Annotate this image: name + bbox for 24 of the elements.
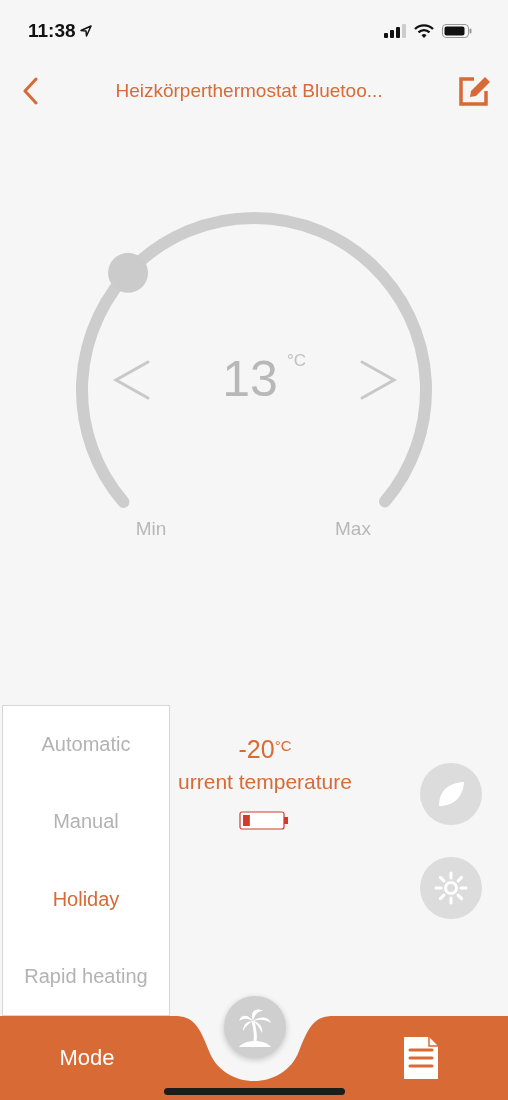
mode-option[interactable]: Automatic bbox=[35, 727, 137, 763]
mode-option[interactable]: Holiday bbox=[46, 881, 126, 917]
set-temperature: 13 bbox=[222, 351, 278, 407]
device-battery-icon bbox=[239, 810, 291, 832]
battery-icon bbox=[442, 24, 472, 38]
edit-button[interactable] bbox=[458, 75, 492, 107]
current-unit: °C bbox=[274, 737, 292, 754]
palm-tree-icon bbox=[237, 1007, 273, 1047]
device-title: Heizkörperthermostat Bluetoo... bbox=[115, 80, 383, 102]
current-temperature: -20 bbox=[238, 735, 275, 763]
dial-thumb[interactable] bbox=[108, 252, 149, 293]
sun-icon bbox=[433, 870, 469, 906]
mode-option[interactable]: Manual bbox=[47, 804, 125, 840]
location-arrow-icon bbox=[79, 25, 92, 37]
status-time: 11:38 bbox=[28, 20, 76, 42]
wifi-icon bbox=[414, 24, 434, 38]
signal-icon bbox=[384, 24, 406, 38]
document-button[interactable] bbox=[403, 1036, 439, 1080]
current-temperature-label: urrent temperature bbox=[178, 770, 352, 794]
min-label: Min bbox=[135, 518, 167, 539]
leaf-icon bbox=[436, 779, 466, 809]
holiday-mode-button[interactable] bbox=[224, 996, 286, 1058]
mode-option[interactable]: Rapid heating bbox=[18, 958, 154, 994]
max-label: Max bbox=[335, 518, 371, 539]
